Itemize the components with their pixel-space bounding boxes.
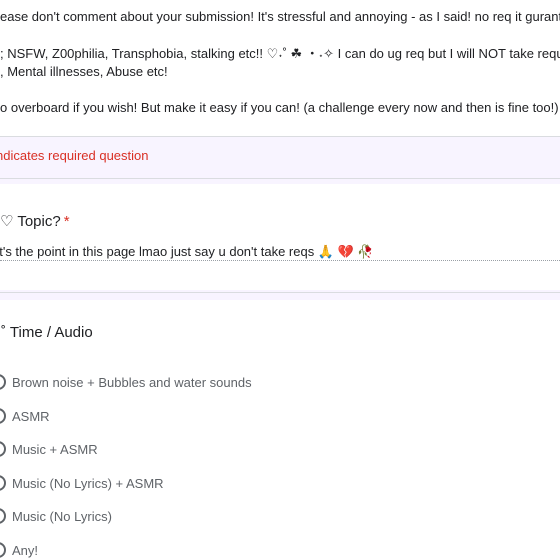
radio-button[interactable]	[0, 475, 6, 491]
description-line-3: , Mental illnesses, Abuse etc!	[0, 64, 168, 79]
topic-question-title: ♡ Topic? *	[0, 212, 70, 230]
required-question-note: ndicates required question	[0, 148, 149, 163]
radio-option-brown-noise[interactable]: Brown noise + Bubbles and water sounds	[0, 371, 252, 393]
radio-button[interactable]	[0, 408, 6, 424]
option-label: ASMR	[12, 408, 50, 424]
description-line-2: ; NSFW, Z00philia, Transphobia, stalking…	[0, 46, 560, 61]
answer-underline	[0, 260, 560, 261]
radio-button[interactable]	[0, 542, 6, 558]
radio-button[interactable]	[0, 441, 6, 457]
form-page: ease don't comment about your submission…	[0, 0, 560, 560]
audio-question-card: ·˚ Time / Audio Brown noise + Bubbles an…	[0, 300, 560, 560]
required-asterisk: *	[63, 213, 70, 230]
option-label: Any!	[12, 542, 39, 558]
topic-question-card: ♡ Topic? * at's the point in this page lm…	[0, 184, 560, 290]
description-line-4: o overboard if you wish! But make it eas…	[0, 100, 559, 115]
form-description-card: ease don't comment about your submission…	[0, 0, 560, 136]
option-label: Music (No Lyrics)	[12, 508, 112, 524]
option-label: Music + ASMR	[12, 441, 98, 457]
divider	[0, 292, 560, 293]
option-label: Music (No Lyrics) + ASMR	[12, 475, 164, 491]
divider	[0, 136, 560, 137]
radio-option-music-asmr[interactable]: Music + ASMR	[0, 438, 98, 460]
radio-option-asmr[interactable]: ASMR	[0, 405, 50, 427]
divider	[0, 178, 560, 179]
description-line-1: ease don't comment about your submission…	[0, 9, 560, 24]
radio-option-any[interactable]: Any!	[0, 539, 38, 560]
audio-question-title: ·˚ Time / Audio	[0, 324, 93, 341]
radio-option-music-no-lyrics-asmr[interactable]: Music (No Lyrics) + ASMR	[0, 472, 164, 494]
topic-answer-input[interactable]: at's the point in this page lmao just sa…	[0, 244, 374, 260]
radio-option-music-no-lyrics[interactable]: Music (No Lyrics)	[0, 505, 112, 527]
radio-button[interactable]	[0, 374, 6, 390]
option-label: Brown noise + Bubbles and water sounds	[12, 374, 252, 390]
radio-button[interactable]	[0, 508, 6, 524]
topic-question-label: ♡ Topic?	[0, 213, 61, 230]
